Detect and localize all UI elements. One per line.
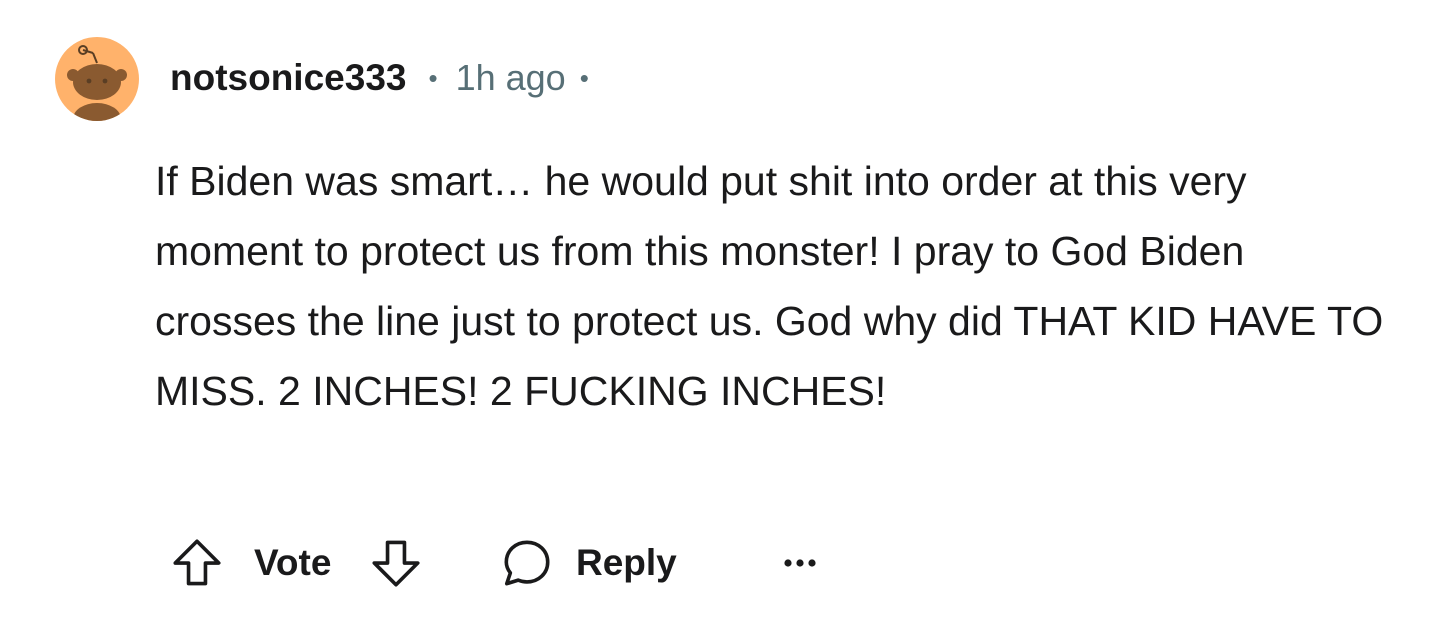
separator-dot: •	[579, 62, 589, 93]
arrow-up-icon	[173, 539, 221, 586]
speech-bubble-icon	[504, 540, 550, 586]
snoo-avatar-icon	[67, 45, 127, 121]
ellipsis-icon	[784, 559, 816, 567]
reply-button[interactable]: Reply	[500, 528, 677, 598]
comment-meta: notsonice333 • 1h ago •	[170, 54, 589, 102]
upvote-button[interactable]	[168, 528, 226, 598]
comment: notsonice333 • 1h ago • If Biden was sma…	[0, 0, 1440, 634]
reply-label: Reply	[576, 542, 677, 583]
comment-actions: Vote Reply	[0, 528, 1440, 598]
arrow-down-icon	[372, 540, 420, 587]
timestamp: 1h ago	[455, 57, 566, 98]
username[interactable]: notsonice333	[170, 57, 406, 99]
avatar[interactable]	[55, 37, 139, 121]
vote-count-label: Vote	[254, 542, 332, 583]
downvote-button[interactable]	[367, 528, 425, 598]
separator-dot: •	[428, 62, 438, 93]
comment-body: If Biden was smart… he would put shit in…	[155, 158, 1384, 414]
more-options-button[interactable]	[780, 528, 820, 598]
